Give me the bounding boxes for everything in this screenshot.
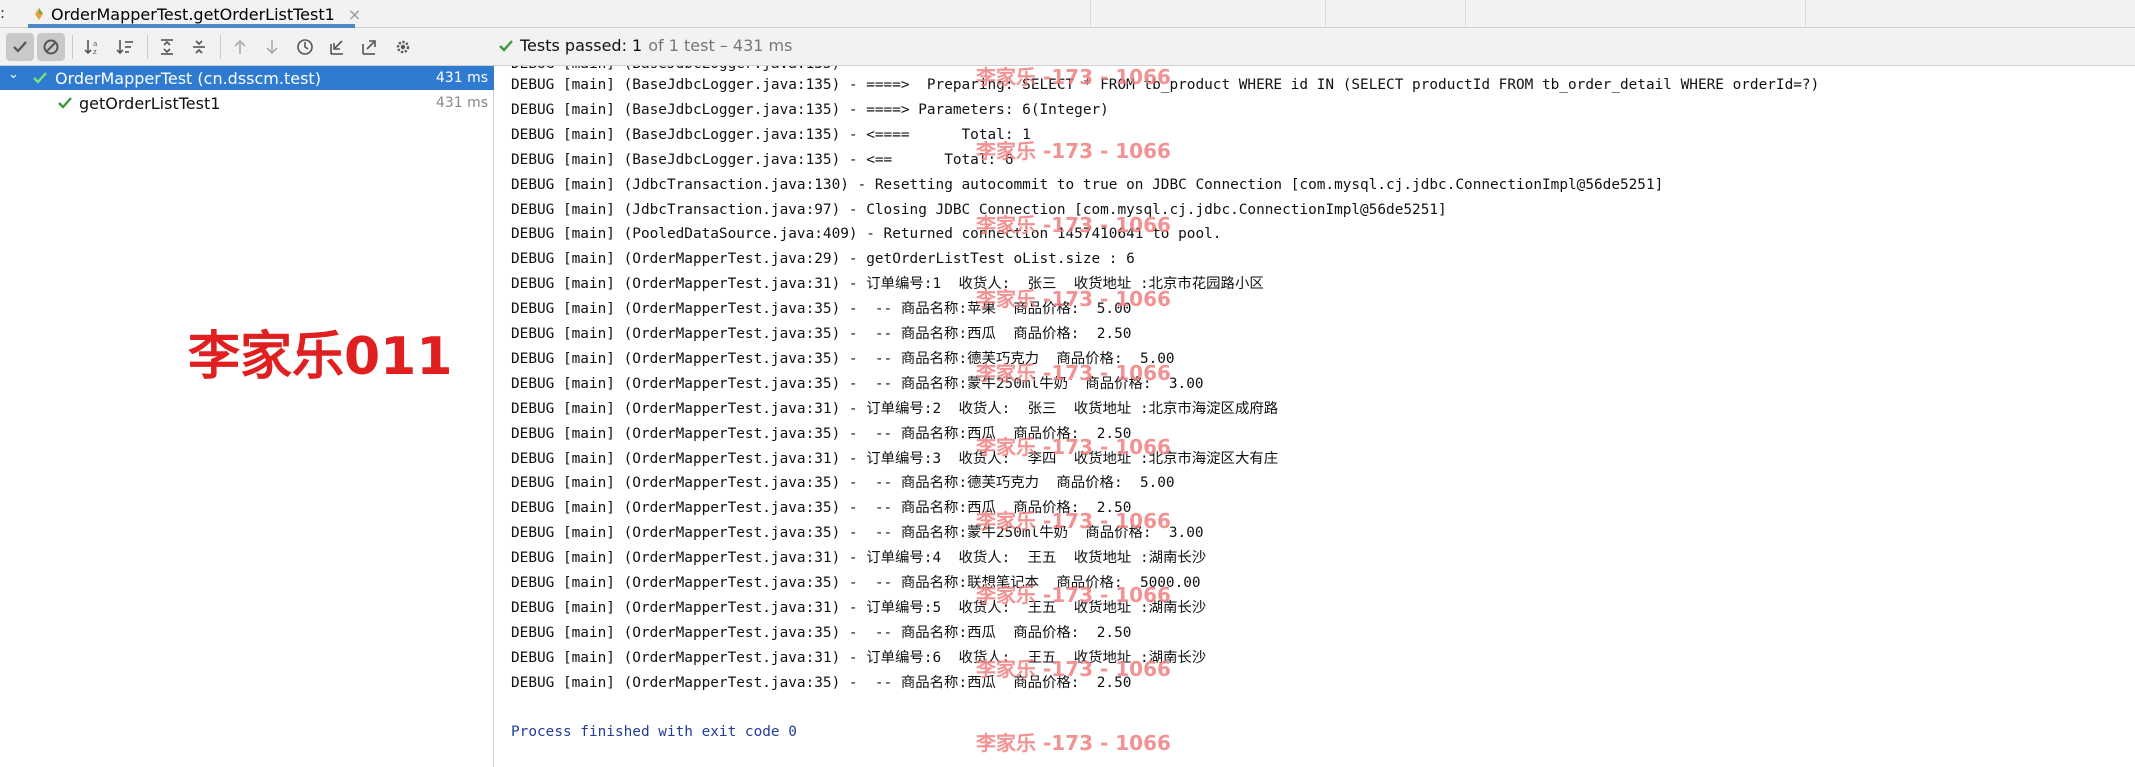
watermark-small: 李家乐 -173 - 1066: [976, 509, 1171, 533]
show-ignored-icon: [43, 39, 59, 55]
export-icon: [362, 40, 376, 55]
expand-all-icon: [161, 39, 173, 55]
collapse-all-button[interactable]: [185, 33, 213, 61]
tests-passed-label: Tests passed: 1: [520, 36, 643, 55]
watermark-large: 李家乐011: [188, 327, 453, 387]
tab-divider: [1805, 0, 1806, 28]
log-line: DEBUG [main] (OrderMapperTest.java:35) -…: [511, 624, 1132, 641]
expand-all-button[interactable]: [153, 33, 181, 61]
watermark-small: 李家乐 -173 - 1066: [976, 213, 1171, 237]
sort-duration-icon: [116, 40, 133, 55]
log-line: DEBUG [main] (OrderMapperTest.java:35) -…: [511, 475, 1175, 492]
log-line: DEBUG [main] (BaseJdbcLogger.java:135) -…: [511, 151, 1014, 168]
watermark-small: 李家乐 -173 - 1066: [976, 66, 1171, 89]
test-label: getOrderListTest1: [79, 93, 221, 113]
settings-icon: [396, 40, 410, 54]
run-config-icon: [35, 8, 43, 20]
watermark-small: 李家乐 -173 - 1066: [976, 583, 1171, 607]
log-line: DEBUG [main] (BaseJdbcLogger.java:135) -…: [511, 126, 1031, 143]
chevron-down-icon[interactable]: ⌄: [8, 67, 19, 82]
history-icon: [297, 39, 313, 55]
next-failed-button[interactable]: [258, 33, 286, 61]
log-line: DEBUG [main] (BaseJdbcLogger.java:135) -…: [511, 101, 1109, 118]
watermark-small: 李家乐 -173 - 1066: [976, 287, 1171, 311]
toolbar-separator: [220, 35, 221, 59]
log-line: DEBUG [main] (JdbcTransaction.java:130) …: [511, 176, 1664, 193]
watermark-small: 李家乐 -173 - 1066: [976, 139, 1171, 163]
sort-by-duration-button[interactable]: [111, 33, 139, 61]
test-tree-panel: ⌄ OrderMapperTest (cn.dsscm.test) 431 ms…: [0, 66, 494, 767]
test-history-button[interactable]: [291, 33, 319, 61]
arrow-up-icon: [234, 39, 246, 54]
previous-failed-button[interactable]: [226, 33, 254, 61]
toolbar-separator: [72, 35, 73, 59]
collapse-all-icon: [193, 40, 205, 54]
tab-divider: [1090, 0, 1091, 28]
tab-divider: [1465, 0, 1466, 28]
test-status: Tests passed: 1 of 1 test – 431 ms: [498, 36, 792, 55]
suite-time: 431 ms: [435, 70, 488, 86]
process-finished-line: Process finished with exit code 0: [511, 724, 797, 741]
toolbar-separator: [147, 35, 148, 59]
watermark-small: 李家乐 -173 - 1066: [976, 361, 1171, 385]
tab-title: OrderMapperTest.getOrderListTest1: [51, 4, 335, 24]
watermark-small: 李家乐 -173 - 1066: [976, 731, 1171, 755]
svg-text:a: a: [93, 40, 97, 48]
check-icon: [58, 97, 72, 109]
tab-divider: [1325, 0, 1326, 28]
check-icon: [33, 72, 47, 84]
editor-tab-bar: : OrderMapperTest.getOrderListTest1 ×: [0, 0, 2135, 28]
console-output[interactable]: DEBUG [main] (BaseJdbcLogger.java:135) -…: [495, 66, 2135, 767]
suite-label: OrderMapperTest (cn.dsscm.test): [55, 68, 321, 88]
settings-button[interactable]: [389, 33, 417, 61]
watermark-small: 李家乐 -173 - 1066: [976, 435, 1171, 459]
show-passed-button[interactable]: [6, 33, 34, 61]
svg-text:z: z: [93, 48, 97, 56]
watermark-small: 李家乐 -173 - 1066: [976, 657, 1171, 681]
sort-alpha-icon: az: [84, 40, 97, 56]
import-tests-icon: [330, 40, 343, 55]
log-line: DEBUG [main] (OrderMapperTest.java:29) -…: [511, 251, 1135, 268]
tab-close-button[interactable]: ×: [348, 5, 361, 24]
arrow-down-icon: [266, 40, 278, 55]
show-ignored-button[interactable]: [37, 33, 65, 61]
tree-item-suite[interactable]: ⌄ OrderMapperTest (cn.dsscm.test) 431 ms: [0, 66, 494, 90]
tests-passed-detail: of 1 test – 431 ms: [648, 36, 793, 55]
tests-passed-count: 1: [632, 36, 643, 55]
export-results-button[interactable]: [355, 33, 383, 61]
tab-bar-colon: :: [0, 4, 6, 22]
log-line: DEBUG [main] (OrderMapperTest.java:31) -…: [511, 550, 1207, 567]
test-runner-toolbar: az Tests passed: 1 of 1 test – 431 ms: [0, 28, 2135, 66]
log-line: DEBUG [main] (OrderMapperTest.java:35) -…: [511, 326, 1132, 342]
check-icon: [499, 39, 513, 52]
tree-item-test[interactable]: getOrderListTest1 431 ms: [0, 91, 494, 115]
log-line: DEBUG [main] (OrderMapperTest.java:31) -…: [511, 400, 1279, 417]
sort-alphabetically-button[interactable]: az: [79, 33, 107, 61]
show-passed-icon: [13, 41, 27, 53]
test-time: 431 ms: [435, 95, 488, 111]
import-tests-button[interactable]: [323, 33, 351, 61]
